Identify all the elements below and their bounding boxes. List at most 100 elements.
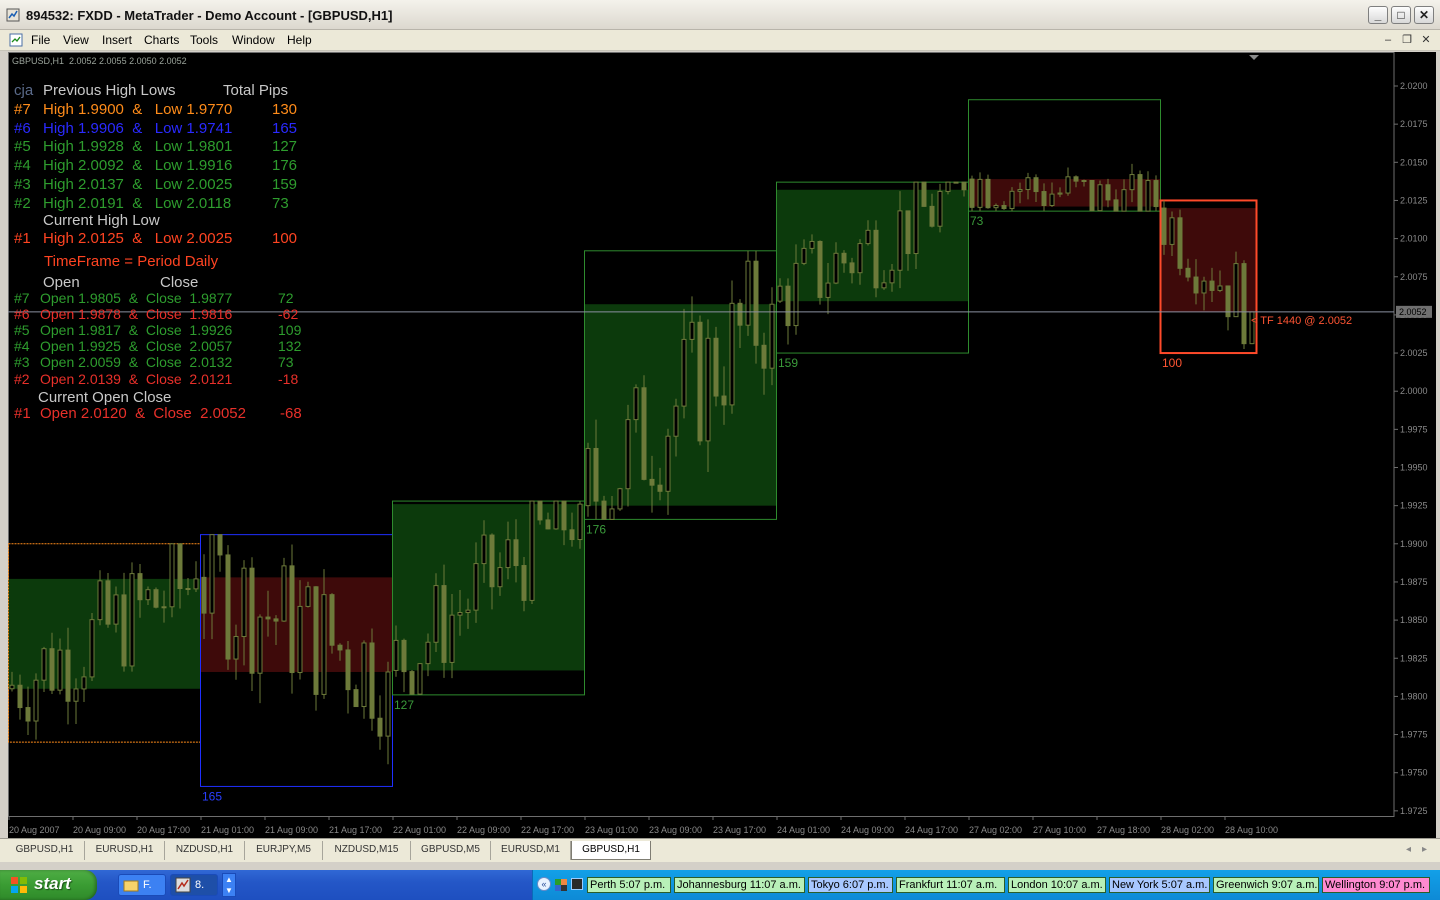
chart-tab[interactable]: NZDUSD,M15 — [323, 841, 411, 860]
chart-document-icon[interactable] — [9, 33, 23, 47]
time-axis-label: 28 Aug 10:00 — [1225, 825, 1278, 835]
metatrader-icon — [175, 877, 191, 893]
candle-body — [73, 688, 79, 702]
hl-row-pips: 176 — [272, 157, 298, 175]
price-axis-label: 1.9975 — [1400, 424, 1428, 434]
taskbar-scroll-buttons[interactable]: ▲ ▼ — [222, 873, 236, 897]
world-clock[interactable]: Wellington 9:07 p.m. — [1322, 877, 1430, 893]
candle-body — [401, 639, 407, 673]
candle-body — [489, 534, 495, 588]
mdi-close-button[interactable]: ✕ — [1418, 33, 1434, 47]
candle-body — [233, 636, 239, 660]
start-button[interactable]: start — [0, 870, 97, 900]
price-axis-label: 1.9825 — [1400, 653, 1428, 663]
world-clock[interactable]: New York 5:07 a.m. — [1109, 877, 1210, 893]
hl-row-pips: 130 — [272, 101, 298, 118]
world-clock[interactable]: London 10:07 a.m. — [1008, 877, 1106, 893]
candle-body — [1089, 180, 1095, 212]
menu-help[interactable]: Help — [287, 33, 312, 47]
menu-insert[interactable]: Insert — [102, 33, 132, 47]
day-pips-label: 159 — [778, 356, 798, 370]
taskbar-app-button-metatrader[interactable]: 8. — [170, 874, 218, 896]
oc-row-id: #7 — [14, 290, 30, 306]
tab-scroll-left-icon[interactable]: ◂ — [1406, 844, 1411, 855]
price-axis-label: 1.9725 — [1400, 806, 1428, 816]
price-axis-label: 1.9750 — [1400, 768, 1428, 778]
window-title-bar[interactable]: 894532: FXDD - MetaTrader - Demo Account… — [0, 0, 1440, 30]
hl-row-text: High 2.0191 & Low 2.0118 — [43, 194, 232, 212]
minimize-button[interactable]: _ — [1368, 6, 1388, 24]
hl-row-pips: 159 — [272, 175, 298, 193]
candle-body — [217, 534, 223, 556]
candle-body — [761, 344, 767, 369]
candle-body — [609, 508, 615, 520]
candle-body — [657, 484, 663, 492]
world-clock[interactable]: Tokyo 6:07 p.m. — [808, 877, 893, 893]
menu-tools[interactable]: Tools — [190, 33, 218, 47]
candle-body — [457, 612, 463, 616]
close-button[interactable]: ✕ — [1414, 6, 1434, 24]
tray-monitor-icon[interactable] — [571, 878, 583, 890]
world-clock[interactable]: Greenwich 9:07 a.m. — [1213, 877, 1319, 893]
taskbar-app-button-explorer[interactable]: F. — [118, 874, 166, 896]
candle-body — [65, 649, 71, 702]
candle-body — [1105, 184, 1111, 201]
mdi-restore-button[interactable]: ❐ — [1399, 33, 1415, 47]
candle-body — [1025, 177, 1031, 191]
time-axis-label: 23 Aug 01:00 — [585, 825, 638, 835]
candle-body — [465, 609, 471, 614]
time-axis-label: 24 Aug 01:00 — [777, 825, 830, 835]
menu-view[interactable]: View — [63, 33, 89, 47]
system-tray: « Perth 5:07 p.m. Johannesburg 11:07 a.m.… — [532, 870, 1440, 900]
taskbar-app-label: 8. — [195, 879, 205, 891]
world-clock[interactable]: Johannesburg 11:07 a.m. — [674, 877, 805, 893]
candle-body — [553, 500, 559, 530]
world-clock[interactable]: Frankfurt 11:07 a.m. — [896, 877, 1005, 893]
candle-body — [993, 204, 999, 209]
price-chart[interactable]: 165 127 176 159 73 100 2.0200 2.0175 2.0150 2.012… — [8, 52, 1436, 838]
candle-body — [137, 573, 143, 601]
window-title: 894532: FXDD - MetaTrader - Demo Account… — [26, 8, 393, 23]
menu-file[interactable]: File — [31, 33, 50, 47]
oc-row-pips: 109 — [278, 322, 302, 339]
candle-body — [1217, 285, 1223, 291]
candle-body — [697, 321, 703, 442]
chart-tab[interactable]: EURUSD,H1 — [85, 841, 165, 860]
chart-tab[interactable]: GBPUSD,H1 — [571, 841, 651, 860]
chart-tab[interactable]: EURUSD,M1 — [491, 841, 571, 860]
tab-scroll-right-icon[interactable]: ▸ — [1422, 844, 1427, 855]
maximize-button[interactable]: □ — [1391, 6, 1411, 24]
chart-tab[interactable]: GBPUSD,H1 — [5, 841, 85, 860]
chart-tab[interactable]: NZDUSD,H1 — [165, 841, 245, 860]
oc-row-pips: -18 — [278, 370, 299, 387]
candle-body — [497, 567, 503, 588]
candle-body — [417, 663, 423, 695]
candle-body — [569, 529, 575, 541]
chart-header: GBPUSD,H1 2.0052 2.0055 2.0050 2.0052 — [12, 56, 187, 66]
price-axis-label: 1.9900 — [1400, 539, 1428, 549]
oc-row-pips: 73 — [278, 354, 294, 371]
hl-row-text: High 2.0137 & Low 2.0025 — [43, 175, 233, 193]
time-axis-label: 27 Aug 18:00 — [1097, 825, 1150, 835]
candle-body — [1185, 267, 1191, 278]
time-axis-label: 20 Aug 17:00 — [137, 825, 190, 835]
world-clock[interactable]: Perth 5:07 p.m. — [587, 877, 671, 893]
candle-body — [1009, 190, 1015, 210]
candle-body — [593, 447, 599, 502]
tray-collapse-icon[interactable]: « — [537, 877, 551, 891]
time-axis-label: 21 Aug 01:00 — [201, 825, 254, 835]
menu-charts[interactable]: Charts — [144, 33, 179, 47]
oc-row-text: Open 1.9817 & Close 1.9926 — [40, 322, 233, 339]
candle-body — [241, 567, 247, 638]
oc-row-pips: -62 — [278, 306, 299, 323]
menu-bar: File View Insert Charts Tools Window Hel… — [0, 30, 1440, 51]
chart-tab[interactable]: GBPUSD,M5 — [411, 841, 491, 860]
mdi-minimize-button[interactable]: – — [1380, 33, 1396, 47]
tray-app-icon[interactable] — [555, 878, 567, 891]
price-axis-label: 2.0125 — [1400, 195, 1428, 205]
menu-window[interactable]: Window — [232, 33, 275, 47]
day-pips-label: 176 — [586, 522, 606, 536]
time-axis-label: 22 Aug 09:00 — [457, 825, 510, 835]
candle-body — [825, 282, 831, 298]
chart-tab[interactable]: EURJPY,M5 — [245, 841, 323, 860]
